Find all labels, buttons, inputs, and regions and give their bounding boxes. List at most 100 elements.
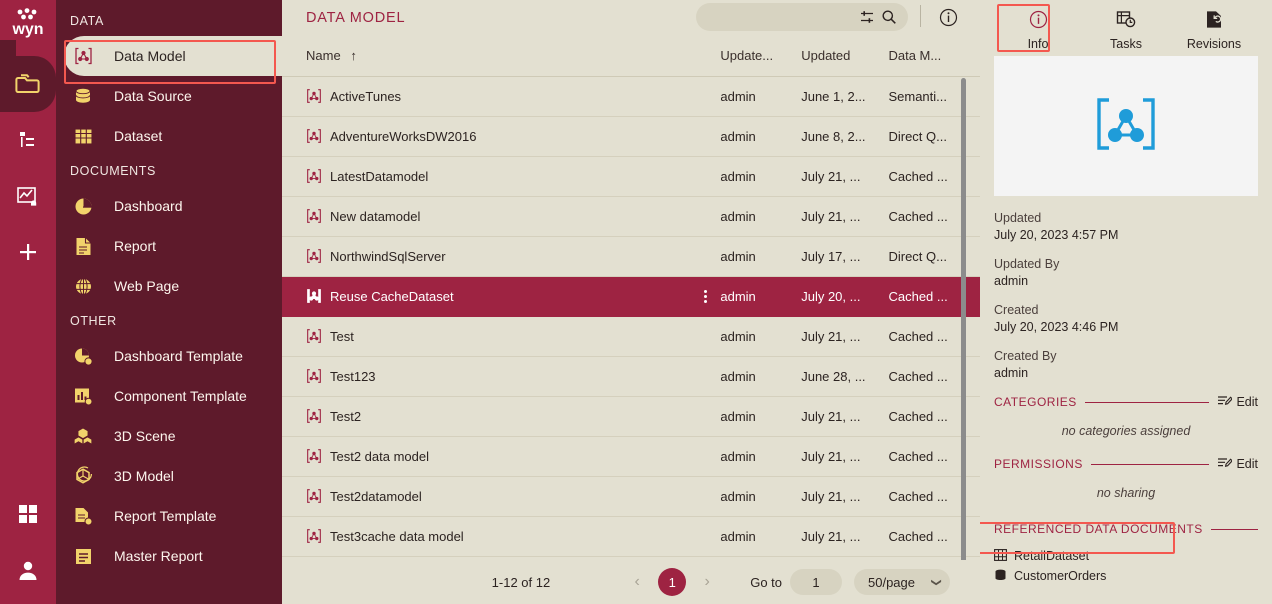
pagination-next-button[interactable]: › xyxy=(694,569,720,595)
sidebar-item-dashboard[interactable]: Dashboard xyxy=(56,186,282,226)
tab-revisions[interactable]: Revisions xyxy=(1170,6,1258,51)
cell-updated: July 21, ... xyxy=(801,156,888,196)
row-name-label: Test3cache data model xyxy=(330,529,464,544)
table-row[interactable]: Test2 data modeladminJuly 21, ...Cached … xyxy=(282,436,980,476)
field-updated: Updated July 20, 2023 4:57 PM xyxy=(994,210,1258,244)
cell-actions xyxy=(691,236,721,276)
filter-settings-icon[interactable] xyxy=(857,7,875,27)
categories-divider xyxy=(1085,402,1210,403)
data-model-icon xyxy=(306,368,322,384)
table-body: ActiveTunesadminJune 1, 2...Semanti...Ad… xyxy=(282,76,980,556)
cell-data-mode: Direct Q... xyxy=(888,116,980,156)
sort-arrow-icon[interactable]: ↑ xyxy=(350,48,357,63)
field-created: Created July 20, 2023 4:46 PM xyxy=(994,302,1258,336)
table-row[interactable]: Test123adminJune 28, ...Cached ... xyxy=(282,356,980,396)
sidebar-item-data-model[interactable]: Data Model xyxy=(64,36,282,76)
table-row[interactable]: NorthwindSqlServeradminJuly 17, ...Direc… xyxy=(282,236,980,276)
cell-actions xyxy=(691,476,721,516)
cell-actions xyxy=(691,436,721,476)
sidebar-item-master-report[interactable]: Master Report xyxy=(56,536,282,576)
data-model-icon xyxy=(306,488,322,504)
sidebar-item-report[interactable]: Report xyxy=(56,226,282,266)
row-name-label: New datamodel xyxy=(330,209,420,224)
row-more-menu-icon[interactable] xyxy=(691,290,721,303)
row-name-label: AdventureWorksDW2016 xyxy=(330,129,476,144)
table-row[interactable]: LatestDatamodeladminJuly 21, ...Cached .… xyxy=(282,156,980,196)
rail-item-documents[interactable] xyxy=(0,56,56,112)
referenced-item-customerorders[interactable]: CustomerOrders xyxy=(994,566,1258,586)
rail-item-apps[interactable] xyxy=(0,486,56,542)
cell-actions xyxy=(691,116,721,156)
rail-item-create[interactable] xyxy=(0,224,56,280)
data-model-icon xyxy=(306,528,322,544)
table-row[interactable]: Test2datamodeladminJuly 21, ...Cached ..… xyxy=(282,476,980,516)
main-content: DATA MODEL xyxy=(282,0,980,604)
wyn-logo: wyn xyxy=(0,0,56,40)
sidebar-item-3d-model[interactable]: 3D Model xyxy=(56,456,282,496)
search-icon[interactable] xyxy=(880,7,898,27)
rail-item-resources[interactable] xyxy=(0,112,56,168)
table-row[interactable]: New datamodeladminJuly 21, ...Cached ... xyxy=(282,196,980,236)
sidebar-item-component-template[interactable]: Component Template xyxy=(56,376,282,416)
column-header-data-mode[interactable]: Data M... xyxy=(888,36,980,76)
master-report-icon xyxy=(70,544,96,568)
row-name-label: LatestDatamodel xyxy=(330,169,428,184)
sidebar-item-dashboard-template[interactable]: Dashboard Template xyxy=(56,336,282,376)
column-header-name[interactable]: Name ↑ xyxy=(282,36,691,76)
cell-data-mode: Cached ... xyxy=(888,276,980,316)
sidebar-nav: DATA Data Model xyxy=(56,0,282,604)
cell-updated-by: admin xyxy=(720,356,801,396)
table-row[interactable]: ActiveTunesadminJune 1, 2...Semanti... xyxy=(282,76,980,116)
sidebar-item-dataset[interactable]: Dataset xyxy=(56,116,282,156)
search-input[interactable] xyxy=(706,10,853,24)
cell-actions xyxy=(691,276,721,316)
table-row[interactable]: Reuse CacheDatasetadminJuly 20, ...Cache… xyxy=(282,276,980,316)
cell-name: NorthwindSqlServer xyxy=(282,236,691,276)
document-thumbnail xyxy=(994,56,1258,196)
referenced-divider xyxy=(1211,529,1258,530)
table-row[interactable]: Test3cache data modeladminJuly 21, ...Ca… xyxy=(282,516,980,556)
column-header-updated[interactable]: Updated xyxy=(801,36,888,76)
search-bar[interactable] xyxy=(696,3,908,31)
cell-name: ActiveTunes xyxy=(282,76,691,116)
cell-updated-by: admin xyxy=(720,436,801,476)
pagination-prev-button[interactable]: ‹ xyxy=(624,569,650,595)
sidebar-item-data-source[interactable]: Data Source xyxy=(56,76,282,116)
cell-actions xyxy=(691,356,721,396)
table-vertical-scrollbar[interactable] xyxy=(961,78,966,560)
table-grid-icon xyxy=(994,549,1007,564)
column-header-updated-by[interactable]: Update... xyxy=(720,36,801,76)
sidebar-item-label: 3D Model xyxy=(114,468,174,484)
cell-updated: July 21, ... xyxy=(801,476,888,516)
page-size-select[interactable]: 50/page ❯ xyxy=(854,569,950,595)
table-row[interactable]: Test2adminJuly 21, ...Cached ... xyxy=(282,396,980,436)
sidebar-item-3d-scene[interactable]: 3D Scene xyxy=(56,416,282,456)
tab-info[interactable]: Info xyxy=(994,6,1082,51)
pagination-bar: 1-12 of 12 ‹ 1 › Go to 50/page ❯ xyxy=(282,560,980,604)
database-icon xyxy=(70,84,96,108)
permissions-edit-button[interactable]: Edit xyxy=(1217,456,1258,472)
info-toggle-icon[interactable] xyxy=(936,5,960,29)
page-title: DATA MODEL xyxy=(306,10,405,26)
permissions-title: PERMISSIONS xyxy=(994,457,1083,471)
cell-updated: July 20, ... xyxy=(801,276,888,316)
sidebar-item-report-template[interactable]: Report Template xyxy=(56,496,282,536)
field-updated-label: Updated xyxy=(994,210,1258,227)
details-tabs: Info Tasks xyxy=(994,0,1258,56)
user-icon xyxy=(17,559,39,581)
table-row[interactable]: TestadminJuly 21, ...Cached ... xyxy=(282,316,980,356)
tab-tasks[interactable]: Tasks xyxy=(1082,6,1170,51)
main-header: DATA MODEL xyxy=(282,0,980,36)
pie-chart-icon xyxy=(70,194,96,218)
pagination-page-1[interactable]: 1 xyxy=(658,568,686,596)
table-row[interactable]: AdventureWorksDW2016adminJune 8, 2...Dir… xyxy=(282,116,980,156)
table-header-row: Name ↑ Update... Updated Data M... xyxy=(282,36,980,76)
categories-edit-button[interactable]: Edit xyxy=(1217,394,1258,410)
document-icon xyxy=(70,234,96,258)
rail-item-monitoring[interactable] xyxy=(0,168,56,224)
sidebar-item-web-page[interactable]: Web Page xyxy=(56,266,282,306)
referenced-item-retaildataset[interactable]: RetailDataset xyxy=(994,546,1258,566)
sidebar-item-label: Dashboard Template xyxy=(114,348,243,364)
pagination-goto-input[interactable] xyxy=(790,569,842,595)
rail-item-account[interactable] xyxy=(0,542,56,598)
